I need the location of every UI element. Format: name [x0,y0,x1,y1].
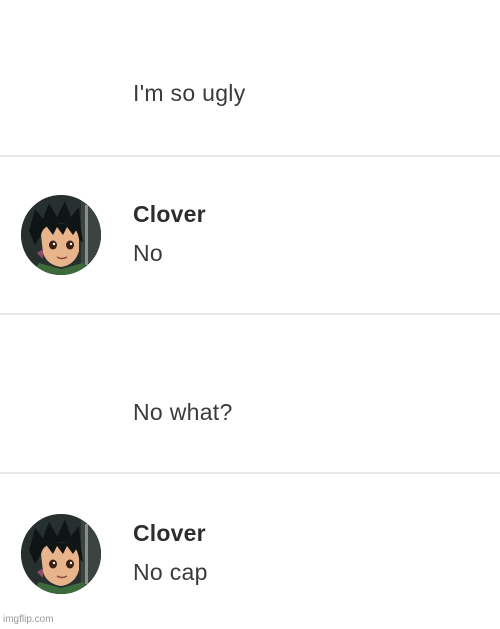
username[interactable]: Clover [133,201,206,228]
message-text: No what? [133,399,233,425]
message-item: Clover No cap [0,474,500,629]
anime-boy-avatar-icon[interactable] [21,514,101,594]
chat-thread: I'm so ugly Clover No No what? Clover No… [0,0,500,629]
message-item: Clover No [0,156,500,314]
username[interactable]: Clover [133,520,206,547]
anime-boy-avatar-icon[interactable] [21,195,101,275]
message-item: I'm so ugly [0,0,500,156]
message-item: No what? [0,314,500,474]
message-text: I'm so ugly [133,80,246,106]
message-text: No [133,240,164,266]
watermark: imgflip.com [3,614,54,625]
message-text: No cap [133,559,208,585]
